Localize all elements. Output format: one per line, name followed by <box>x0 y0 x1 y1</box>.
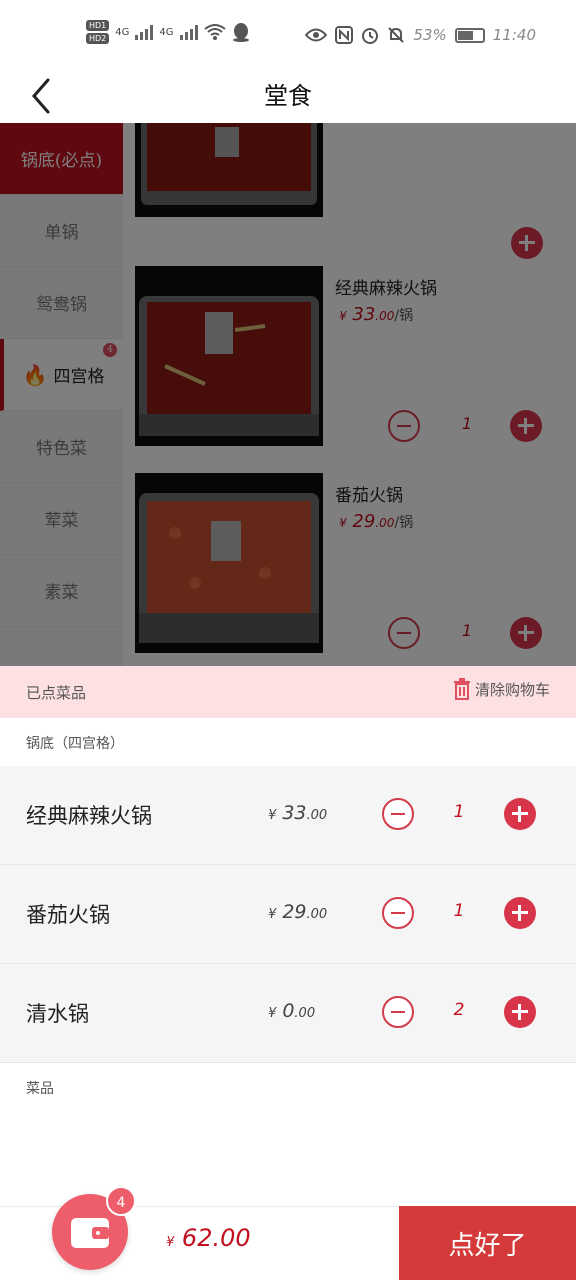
price-dec: .00 <box>294 1006 316 1021</box>
battery-percent: 53% <box>413 26 447 44</box>
currency-symbol: ¥ <box>268 907 277 922</box>
cart-item-name: 清水锅 <box>26 1002 89 1026</box>
total-value: 62.00 <box>181 1224 251 1252</box>
cart-item-name: 番茄火锅 <box>26 903 110 927</box>
quantity-value: 1 <box>453 901 465 921</box>
wifi-icon <box>203 24 226 40</box>
plus-button[interactable] <box>504 996 536 1028</box>
currency-symbol: ¥ <box>268 808 277 823</box>
submit-order-button[interactable]: 点好了 <box>399 1206 576 1280</box>
trash-icon <box>453 678 470 700</box>
hd1-label: HD1 <box>86 20 110 31</box>
cart-row: 清水锅 ¥ 0.00 2 <box>0 964 576 1063</box>
cart-item-price: ¥ 29.00 <box>268 901 327 923</box>
nfc-icon <box>335 26 354 44</box>
price-int: 33 <box>282 802 307 824</box>
battery-icon <box>454 27 485 43</box>
plus-button[interactable] <box>504 798 536 830</box>
quantity-value: 1 <box>453 802 465 822</box>
hd-indicator: HD1 HD2 <box>86 20 110 44</box>
plus-button[interactable] <box>504 897 536 929</box>
cart-item-price: ¥ 33.00 <box>268 802 327 824</box>
network-label-1: 4G <box>115 26 130 38</box>
price-dec: .00 <box>306 808 328 823</box>
clear-cart-label: 清除购物车 <box>474 680 550 699</box>
total-price: ¥ 62.00 <box>166 1224 251 1252</box>
modal-backdrop[interactable] <box>0 123 576 666</box>
status-bar: HD1 HD2 4G 4G 53% 11:40 <box>0 0 576 66</box>
status-right: 53% 11:40 <box>305 26 536 44</box>
currency-symbol: ¥ <box>268 1006 277 1021</box>
hd2-label: HD2 <box>86 33 110 44</box>
quantity-value: 2 <box>453 1000 465 1020</box>
cart-row: 经典麻辣火锅 ¥ 33.00 1 <box>0 766 576 865</box>
minus-button[interactable] <box>382 798 414 830</box>
cart-header: 已点菜品 清除购物车 <box>0 666 576 718</box>
qq-icon <box>232 23 249 42</box>
price-int: 0 <box>282 1000 295 1022</box>
alarm-icon <box>362 28 379 44</box>
app-header: 堂食 <box>0 66 576 123</box>
price-dec: .00 <box>306 907 328 922</box>
clear-cart-button[interactable]: 清除购物车 <box>453 678 550 700</box>
cart-list: 经典麻辣火锅 ¥ 33.00 1 番茄火锅 ¥ 29.00 1 清水锅 ¥ 0.… <box>0 766 576 1063</box>
eye-icon <box>305 28 328 42</box>
price-int: 29 <box>282 901 307 923</box>
cart-item-name: 经典麻辣火锅 <box>26 804 152 828</box>
section-label-dishes: 菜品 <box>26 1081 54 1097</box>
status-left: HD1 HD2 4G 4G <box>86 20 250 44</box>
page-title: 堂食 <box>264 82 312 110</box>
clock: 11:40 <box>492 26 536 44</box>
cart-item-price: ¥ 0.00 <box>268 1000 315 1022</box>
minus-button[interactable] <box>382 996 414 1028</box>
network-label-2: 4G <box>159 26 174 38</box>
mute-bell-icon <box>388 27 405 43</box>
cart-row: 番茄火锅 ¥ 29.00 1 <box>0 865 576 964</box>
cart-title: 已点菜品 <box>26 684 87 702</box>
currency-symbol: ¥ <box>166 1235 175 1250</box>
minus-button[interactable] <box>382 897 414 929</box>
cart-count-badge: 4 <box>106 1186 136 1216</box>
signal-icon <box>179 24 198 40</box>
section-label-pot: 锅底（四宫格） <box>26 736 124 752</box>
signal-icon <box>135 24 154 40</box>
